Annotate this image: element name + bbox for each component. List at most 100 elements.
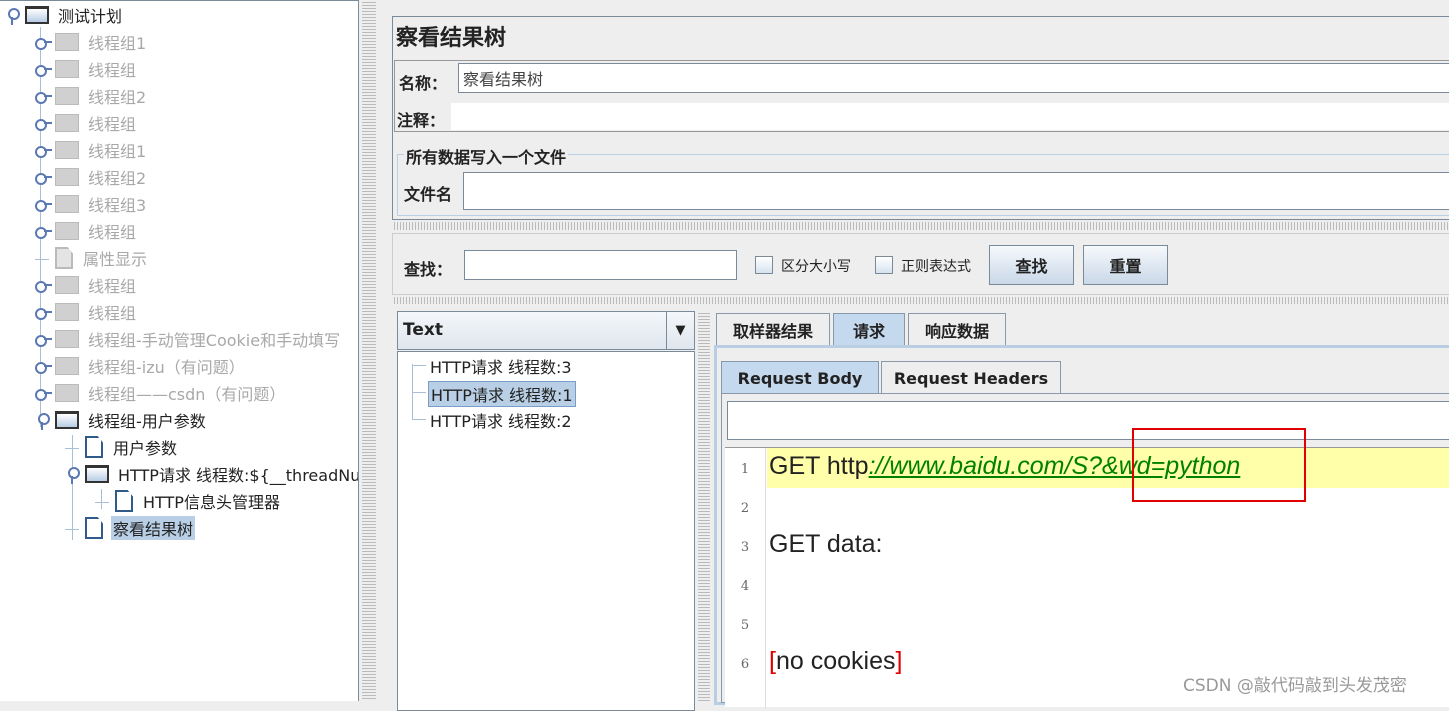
expand-toggle-icon[interactable]	[35, 143, 52, 158]
expand-toggle-icon[interactable]	[35, 116, 52, 131]
tree-item[interactable]: 线程组-手动管理Cookie和手动填写	[35, 327, 342, 351]
tree-item[interactable]: 线程组	[35, 300, 138, 324]
tree-connector	[35, 258, 49, 260]
tree-item-label: HTTP信息头管理器	[143, 493, 280, 512]
folder-icon	[55, 114, 79, 132]
bracket: [	[769, 647, 776, 675]
folder-icon	[55, 330, 79, 348]
name-label: 名称：	[399, 74, 448, 93]
tree-item[interactable]: 察看结果树	[65, 516, 196, 540]
tree-item[interactable]: 线程组——csdn（有问题）	[35, 381, 287, 405]
search-input[interactable]	[464, 250, 737, 280]
collapse-toggle-icon[interactable]	[5, 8, 20, 25]
folder-icon	[55, 195, 79, 213]
tree-connector	[65, 528, 79, 530]
document-icon	[85, 436, 103, 458]
tree-item[interactable]: 线程组2	[35, 84, 148, 108]
name-input[interactable]	[458, 63, 1449, 93]
reset-button[interactable]: 重置	[1083, 245, 1168, 285]
find-button[interactable]: 查找	[989, 245, 1074, 285]
line-text: no cookies	[775, 647, 896, 675]
editor-line: GET data:	[769, 530, 883, 559]
tree-item-label: 线程组-手动管理Cookie和手动填写	[88, 331, 341, 350]
expand-toggle-icon[interactable]	[35, 35, 52, 50]
folder-icon	[55, 384, 79, 402]
tree-item[interactable]: 属性显示	[35, 246, 149, 270]
expand-toggle-icon[interactable]	[35, 62, 52, 77]
tree-item[interactable]: 测试计划	[5, 3, 124, 27]
line-prefix: GET http	[769, 452, 869, 480]
collapse-toggle-icon[interactable]	[35, 413, 50, 430]
panel-title: 察看结果树	[396, 25, 507, 51]
comment-input[interactable]	[451, 103, 1449, 130]
tree-item[interactable]: HTTP信息头管理器	[95, 489, 282, 513]
tab-0[interactable]: 取样器结果	[716, 313, 830, 346]
collapse-toggle-icon[interactable]	[65, 467, 80, 484]
sample-list[interactable]: HTTP请求 线程数:3 HTTP请求 线程数:1 HTTP请求 线程数:2	[397, 351, 695, 711]
editor-line: [no cookies]	[769, 647, 902, 676]
tree-item-label: 线程组-izu（有问题）	[88, 358, 245, 377]
tree-item-label: 属性显示	[83, 250, 148, 269]
tree-item[interactable]: HTTP请求 线程数:${__threadNum}	[65, 462, 358, 486]
tree-connector	[95, 501, 109, 503]
case-sensitive-checkbox[interactable]	[755, 256, 773, 274]
tree-item[interactable]: 线程组	[35, 273, 138, 297]
tree-item-label: 线程组2	[88, 169, 147, 188]
expand-toggle-icon[interactable]	[35, 278, 52, 293]
filename-input[interactable]	[463, 172, 1449, 210]
horizontal-splitter-2[interactable]	[392, 297, 1449, 304]
line-number: 3	[740, 540, 750, 555]
sample-item[interactable]: HTTP请求 线程数:3	[428, 354, 574, 378]
line-number: 4	[740, 579, 750, 594]
subtab-1[interactable]: Request Headers	[881, 361, 1061, 394]
expand-toggle-icon[interactable]	[35, 305, 52, 320]
expand-toggle-icon[interactable]	[35, 386, 52, 401]
horizontal-splitter[interactable]	[392, 222, 1449, 230]
results-splitter[interactable]	[698, 311, 710, 701]
tree-item-label: 线程组	[88, 304, 137, 323]
annotation-box	[1132, 428, 1306, 502]
folder-icon	[55, 87, 79, 105]
subtab-0[interactable]: Request Body	[721, 361, 879, 394]
folder-open-icon	[85, 465, 109, 483]
sample-item[interactable]: HTTP请求 线程数:2	[428, 408, 574, 432]
document-icon	[85, 517, 103, 539]
renderer-value: Text	[403, 320, 443, 340]
renderer-select[interactable]: Text ▼	[397, 311, 695, 350]
tree-item[interactable]: 线程组-izu（有问题）	[35, 354, 247, 378]
tree-item-label: 测试计划	[58, 7, 123, 26]
expand-toggle-icon[interactable]	[35, 224, 52, 239]
test-plan-tree[interactable]: 测试计划 线程组1 线程组 线程组2 线程组 线程组1 线程组2 线程组3 线程组 属性显示 线程组…	[0, 0, 359, 701]
filename-label: 文件名	[404, 185, 453, 204]
expand-toggle-icon[interactable]	[35, 170, 52, 185]
regex-label: 正则表达式	[901, 259, 971, 275]
tab-1[interactable]: 请求	[833, 313, 905, 346]
tree-item[interactable]: 线程组1	[35, 30, 148, 54]
folder-open-icon	[55, 411, 79, 429]
document-icon	[55, 247, 73, 269]
tree-item[interactable]: 线程组2	[35, 165, 148, 189]
vertical-splitter[interactable]	[362, 0, 376, 701]
expand-toggle-icon[interactable]	[35, 197, 52, 212]
tree-item[interactable]: 线程组	[35, 219, 138, 243]
tree-item-label: 察看结果树	[111, 516, 196, 540]
expand-toggle-icon[interactable]	[35, 332, 52, 347]
folder-icon	[55, 141, 79, 159]
tree-item[interactable]: 线程组	[35, 111, 138, 135]
tree-item[interactable]: 线程组-用户参数	[35, 408, 208, 432]
tree-item[interactable]: 线程组1	[35, 138, 148, 162]
chevron-down-icon[interactable]: ▼	[666, 312, 694, 349]
sample-item[interactable]: HTTP请求 线程数:1	[428, 381, 576, 407]
expand-toggle-icon[interactable]	[35, 359, 52, 374]
tree-item[interactable]: 线程组	[35, 57, 138, 81]
regex-checkbox[interactable]	[875, 256, 893, 274]
body-search-field[interactable]	[727, 401, 1449, 440]
tree-item-label: 线程组-用户参数	[88, 412, 206, 431]
tree-item[interactable]: 线程组3	[35, 192, 148, 216]
request-editor[interactable]: 1 GET http://www.baidu.com/S?&wd=python 2 3…	[725, 447, 1449, 708]
expand-toggle-icon[interactable]	[35, 89, 52, 104]
tree-item[interactable]: 用户参数	[65, 435, 179, 459]
folder-icon	[55, 60, 79, 78]
tree-item-label: HTTP请求 线程数:${__threadNum}	[118, 466, 358, 485]
tab-2[interactable]: 响应数据	[908, 313, 1006, 346]
